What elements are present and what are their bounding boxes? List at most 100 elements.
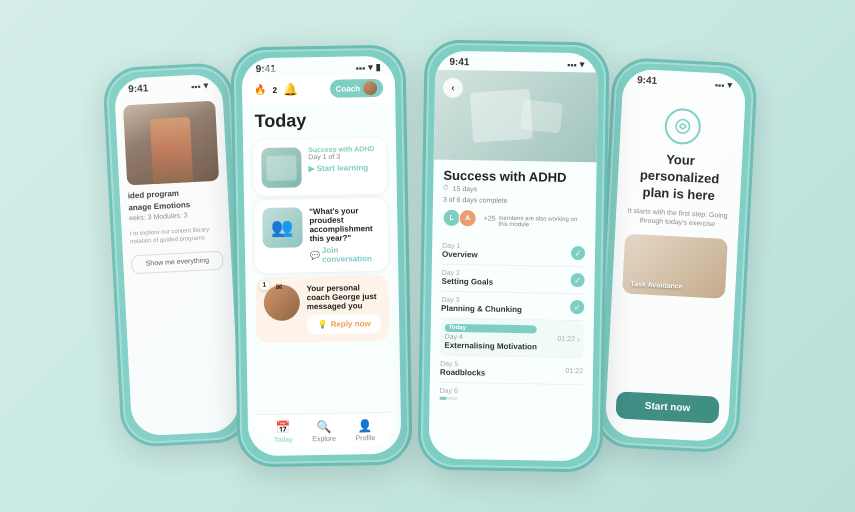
day-5-row[interactable]: Day 5 Roadblocks 01:22: [440, 356, 583, 385]
phone-3-status-icons: ▪▪▪ ▾: [567, 59, 584, 70]
clock-icon: ⏱: [443, 185, 449, 193]
day-6-progress-wrap: [439, 397, 457, 400]
explore-nav-icon: 🔍: [316, 420, 331, 434]
signal-icon: ▪▪▪: [567, 59, 577, 69]
day-3-row[interactable]: Day 3 Planning & Chunking ✓: [441, 292, 584, 321]
today-nav-icon: 📅: [276, 421, 291, 435]
coach-avatar: [363, 81, 377, 95]
phone-4-wrapper: 9:41 ▪▪▪ ▾ Your personalized plan is her…: [618, 61, 763, 451]
community-card[interactable]: 👥 "What's your proudest accomplishment t…: [254, 198, 388, 273]
coach-badge[interactable]: Coach: [329, 79, 383, 98]
back-icon: ‹: [451, 82, 455, 93]
day-1-check: ✓: [571, 246, 585, 260]
day-2-title: Setting Goals: [441, 277, 493, 287]
phone-4-inner: 9:41 ▪▪▪ ▾ Your personalized plan is her…: [604, 68, 746, 442]
phone-3-wrapper: 9:41 ▪▪▪ ▾ ‹ Success with ADHD ⏱: [421, 41, 606, 471]
day-3-check: ✓: [570, 300, 584, 314]
course-subtitle: Day 1 of 3: [308, 153, 378, 161]
course-card[interactable]: Success with ADHD Day 1 of 3 ▶ Start lea…: [253, 138, 387, 196]
member-avatars: L A +25: [442, 209, 495, 228]
message-badge: 1: [259, 281, 269, 290]
nav-profile-label: Profile: [355, 435, 375, 442]
phone-4: 9:41 ▪▪▪ ▾ Your personalized plan is her…: [593, 57, 758, 454]
phone-3-inner: 9:41 ▪▪▪ ▾ ‹ Success with ADHD ⏱: [428, 51, 598, 462]
lightbulb-icon: 💡: [318, 320, 328, 329]
course-thumbnail: [261, 147, 302, 188]
bell-icon[interactable]: 🔔: [283, 82, 298, 96]
course-card-body: Success with ADHD Day 1 of 3 ▶ Start lea…: [308, 146, 378, 173]
group-icon: 👥: [271, 217, 294, 238]
fire-count: 2: [272, 85, 277, 94]
phone-1-time: 9:41: [128, 83, 149, 95]
phone-4-time: 9:41: [637, 75, 658, 87]
phone-3: 9:41 ▪▪▪ ▾ ‹ Success with ADHD ⏱: [417, 39, 609, 472]
start-learning-link[interactable]: ▶ Start learning: [308, 163, 378, 173]
day-4-time: 01:22: [557, 335, 575, 342]
phone-1-meta: eeks: 3 Modules: 3: [129, 211, 221, 223]
phone-2-inner: 9:41 ▪▪▪ ▾ ▮ 🔥 2 🔔 Coach Today: [242, 56, 402, 457]
day-3-title: Planning & Chunking: [441, 304, 522, 314]
wifi-icon: ▾: [727, 80, 732, 91]
phone-1-hero-image: [123, 101, 219, 186]
phone-1-status-icons: ▪▪▪ ▾: [191, 80, 209, 92]
day-6-label: Day 6: [440, 388, 458, 395]
day-6-row: Day 6: [439, 383, 582, 407]
plan-content: Your personalized plan is here It starts…: [604, 87, 745, 442]
day-6-progress-bar: [439, 397, 446, 400]
day-4-row[interactable]: Today Day 4 Externalising Motivation 01:…: [440, 319, 584, 358]
profile-nav-icon: 👤: [358, 419, 373, 433]
phone-1-content: ided program anage Emotions eeks: 3 Modu…: [115, 92, 241, 436]
member-text: members are also working on this module: [498, 216, 585, 230]
community-thumbnail: 👥: [262, 207, 303, 248]
phone-3-time: 9:41: [449, 57, 469, 68]
coach-message-title: Your personal coach George just messaged…: [306, 283, 380, 311]
battery-icon: ▮: [376, 62, 381, 73]
fire-icon: 🔥: [254, 84, 267, 95]
wifi-icon: ▾: [368, 62, 373, 73]
course-meta: ⏱ 15 days: [443, 185, 586, 195]
day-1-row[interactable]: Day 1 Overview ✓: [442, 238, 585, 267]
nav-profile[interactable]: 👤 Profile: [355, 419, 375, 442]
coach-message-body: Your personal coach George just messaged…: [306, 283, 381, 334]
reply-now-button[interactable]: 💡 Reply now: [307, 314, 381, 334]
nav-explore-label: Explore: [312, 436, 336, 443]
plan-subtitle: It starts with the first step: Going thr…: [625, 206, 729, 231]
course-title: Success with ADHD: [443, 168, 586, 185]
phone-1: 9:41 ▪▪▪ ▾ ided program anage Emotions e…: [102, 62, 252, 448]
nav-today-label: Today: [274, 437, 293, 444]
phone-1-wrapper: 9:41 ▪▪▪ ▾ ided program anage Emotions e…: [92, 66, 222, 446]
show-everything-button[interactable]: Show me everything: [131, 250, 224, 274]
community-quote: "What's your proudest accomplishment thi…: [309, 206, 380, 243]
phone-1-desc: t to explore our content library notatio…: [130, 226, 223, 248]
plan-title: Your personalized plan is here: [627, 150, 733, 206]
today-badge: Today: [445, 324, 538, 334]
phone-2: 9:41 ▪▪▪ ▾ ▮ 🔥 2 🔔 Coach Today: [230, 45, 412, 468]
task-avoidance-card[interactable]: Task Avoidance: [622, 234, 728, 299]
course-tag: Success with ADHD: [308, 146, 378, 154]
nav-today[interactable]: 📅 Today: [274, 421, 293, 444]
progress-text: 3 of 6 days complete: [443, 197, 586, 206]
phone-4-status-icons: ▪▪▪ ▾: [715, 79, 733, 91]
start-now-button[interactable]: Start now: [615, 391, 719, 423]
wifi-icon: ▾: [203, 80, 208, 91]
day-2-row[interactable]: Day 2 Setting Goals ✓: [441, 265, 584, 294]
plan-icon: [663, 107, 701, 145]
bottom-navigation: 📅 Today 🔍 Explore 👤 Profile: [256, 412, 394, 448]
join-conversation-link[interactable]: 💬 Join conversation: [310, 245, 380, 264]
play-icon: ▶: [308, 164, 314, 173]
day-4-chevron: ›: [577, 335, 580, 344]
day-5-title: Roadblocks: [440, 368, 485, 378]
avatar-a: A: [458, 209, 476, 227]
signal-icon: ▪▪▪: [715, 80, 725, 90]
signal-icon: ▪▪▪: [356, 63, 366, 73]
nav-explore[interactable]: 🔍 Explore: [312, 420, 336, 443]
member-count: +25: [484, 215, 496, 222]
coach-message-card[interactable]: 1 ✉ Your personal coach George just mess…: [255, 275, 389, 343]
today-title: Today: [242, 103, 396, 137]
chat-icon: 💬: [310, 251, 320, 260]
community-card-body: "What's your proudest accomplishment thi…: [309, 206, 380, 264]
day-1-title: Overview: [442, 250, 478, 260]
phone-2-wrapper: 9:41 ▪▪▪ ▾ ▮ 🔥 2 🔔 Coach Today: [234, 46, 409, 466]
phone-2-status-icons: ▪▪▪ ▾ ▮: [356, 62, 381, 73]
day-4-title: Externalising Motivation: [444, 341, 537, 352]
